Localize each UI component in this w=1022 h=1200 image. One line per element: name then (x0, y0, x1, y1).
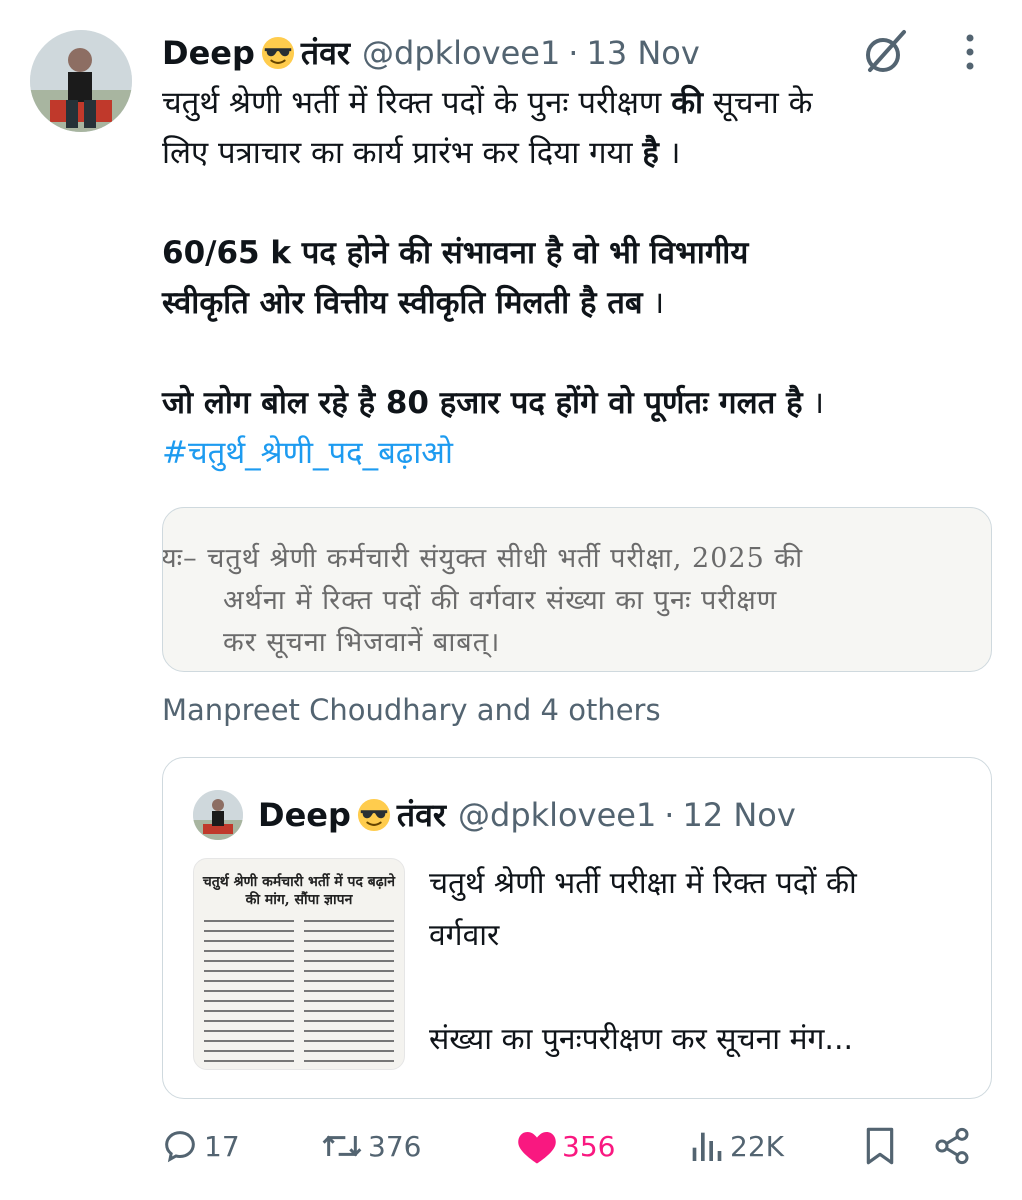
reply-button[interactable]: 17 (160, 1122, 240, 1170)
views-icon (692, 1132, 722, 1161)
quoted-author-name-suffix: तंवर (396, 796, 446, 834)
tweet-line: चतुर्थ श्रेणी भर्ती में रिक्त पदों के पु… (162, 85, 813, 121)
quoted-tweet-text: चतुर्थ श्रेणी भर्ती परीक्षा में रिक्त पद… (429, 858, 969, 1066)
liked-by-text[interactable]: Manpreet Choudhary and 4 others (162, 690, 661, 730)
quoted-text-line: संख्या का पुनःपरीक्षण कर सूचना मंग... (429, 1022, 854, 1057)
quoted-author-name: Deep (258, 796, 351, 834)
retweet-icon (322, 1135, 362, 1157)
author-avatar[interactable] (30, 30, 132, 132)
quoted-tweet-header: Deep तंवर @dpklovee1 · 12 Nov (258, 792, 796, 838)
quoted-text-line: वर्गवार (429, 918, 500, 953)
tweet-action-bar: 17 376 356 22K (160, 1122, 990, 1170)
more-icon[interactable] (955, 32, 985, 72)
views-count: 22K (730, 1129, 784, 1163)
retweet-count: 376 (368, 1129, 422, 1163)
reply-icon (165, 1131, 195, 1163)
tweet-line: लिए पत्राचार का कार्य प्रारंभ कर दिया गय… (162, 135, 681, 171)
newspaper-columns (204, 920, 394, 1062)
views-button[interactable]: 22K (686, 1122, 784, 1170)
quoted-author-avatar (193, 790, 243, 840)
like-button[interactable]: 356 (516, 1122, 615, 1170)
hashtag-link[interactable]: #चतुर्थ_श्रेणी_पद_बढ़ाओ (162, 428, 992, 478)
tweet-date[interactable]: 13 Nov (586, 30, 699, 76)
tweet-line-bold: स्वीकृति ओर वित्तीय स्वीकृति मिलती है तब… (162, 285, 665, 321)
share-icon (935, 1127, 969, 1165)
document-line: यः– चतुर्थ श्रेणी कर्मचारी संयुक्त सीधी … (162, 543, 804, 574)
document-text: यः– चतुर्थ श्रेणी कर्मचारी संयुक्त सीधी … (162, 538, 991, 664)
document-line: कर सूचना भिजवानें बाबत्। (223, 627, 501, 658)
like-icon (518, 1132, 556, 1164)
sunglasses-emoji (357, 798, 390, 832)
quoted-tweet-thumbnail: चतुर्थ श्रेणी कर्मचारी भर्ती में पद बढ़ा… (193, 858, 405, 1070)
grok-icon[interactable] (858, 26, 912, 80)
bookmark-button[interactable] (862, 1122, 898, 1170)
quoted-tweet-date: 12 Nov (682, 796, 796, 834)
share-button[interactable] (932, 1122, 972, 1170)
separator: · (664, 796, 675, 834)
quoted-tweet[interactable]: Deep तंवर @dpklovee1 · 12 Nov चतुर्थ श्र… (162, 757, 992, 1099)
attached-document-image[interactable]: यः– चतुर्थ श्रेणी कर्मचारी संयुक्त सीधी … (162, 507, 992, 672)
author-name-suffix[interactable]: तंवर (301, 30, 350, 76)
tweet-header: Deep तंवर @dpklovee1 · 13 Nov (162, 30, 700, 76)
document-line: अर्थना में रिक्त पदों की वर्गवार संख्या … (223, 585, 778, 616)
tweet-line-bold: जो लोग बोल रहे है 80 हजार पद होंगे वो पू… (162, 385, 825, 421)
author-handle[interactable]: @dpklovee1 (362, 30, 560, 76)
quoted-author-handle: @dpklovee1 (458, 796, 657, 834)
author-name[interactable]: Deep (162, 30, 255, 76)
sunglasses-emoji (261, 36, 294, 70)
separator: · (568, 34, 579, 72)
quoted-text-line: चतुर्थ श्रेणी भर्ती परीक्षा में रिक्त पद… (429, 866, 857, 901)
bookmark-icon (866, 1127, 894, 1165)
reply-count: 17 (204, 1129, 240, 1163)
tweet-text: चतुर्थ श्रेणी भर्ती में रिक्त पदों के पु… (162, 78, 992, 478)
retweet-button[interactable]: 376 (320, 1122, 421, 1170)
tweet-line-bold: 60/65 k पद होने की संभावना है वो भी विभा… (162, 235, 749, 271)
like-count: 356 (562, 1129, 616, 1163)
